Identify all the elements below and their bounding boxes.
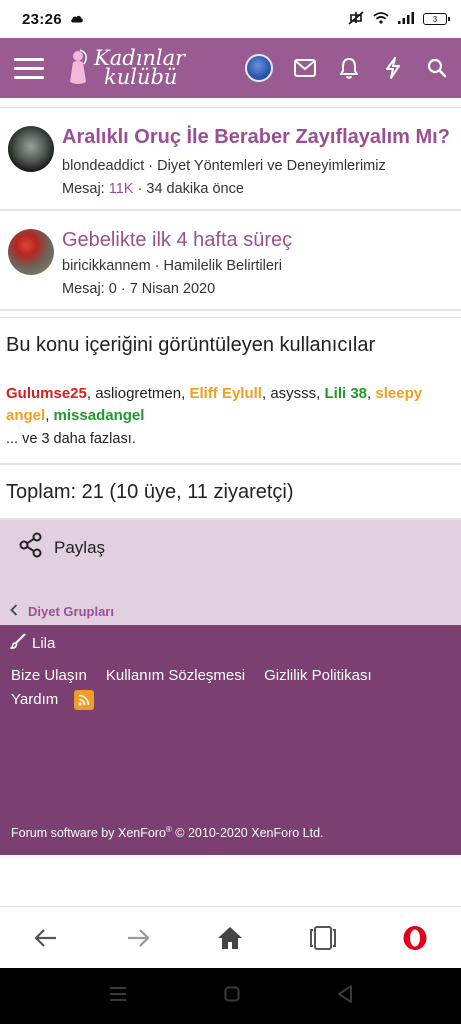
- thread-body: Aralıklı Oruç İle Beraber Zayıflayalım M…: [62, 124, 450, 197]
- logo-text: Kadınlar kulübü: [94, 46, 186, 89]
- thread-meta: blondeaddict · Diyet Yöntemleri ve Deney…: [62, 158, 386, 174]
- paintbrush-icon: [9, 633, 26, 653]
- share-area: Paylaş Diyet Grupları: [0, 520, 461, 625]
- copyright: Forum software by XenForo® © 2010-2020 X…: [11, 825, 324, 841]
- signal-icon: [398, 11, 414, 27]
- header-actions: [245, 54, 449, 82]
- share-icon: [18, 532, 44, 563]
- search-icon[interactable]: [425, 56, 449, 80]
- page-content: Aralıklı Oruç İle Beraber Zayıflayalım M…: [0, 98, 461, 855]
- tabs-button[interactable]: [299, 914, 347, 962]
- footer-link-contact[interactable]: Bize Ulaşın: [11, 665, 87, 687]
- status-bar: 23:26 3: [0, 0, 461, 38]
- home-nav-icon[interactable]: [224, 986, 240, 1007]
- reply-count[interactable]: 11K: [109, 181, 134, 197]
- thread-author[interactable]: biricikkannem: [62, 258, 151, 274]
- footer-links: Bize Ulaşın Kullanım Sözleşmesi Gizlilik…: [11, 665, 451, 711]
- style-chooser[interactable]: Lila: [9, 633, 56, 653]
- arrow-right-icon: [128, 928, 150, 947]
- chevron-left-icon: [10, 604, 18, 619]
- share-button[interactable]: Paylaş: [18, 532, 105, 563]
- viewer-link[interactable]: Eliff Eylull: [189, 385, 262, 402]
- thread-item[interactable]: Gebelikte ilk 4 hafta süreç biricikkanne…: [0, 211, 461, 311]
- viewer-link[interactable]: Lili 38: [325, 385, 368, 402]
- breadcrumb[interactable]: Diyet Grupları: [10, 604, 114, 619]
- previous-item-edge: [0, 98, 461, 108]
- author-avatar[interactable]: [8, 229, 54, 275]
- style-label: Lila: [32, 634, 56, 652]
- thread-time: 34 dakika önce: [146, 181, 244, 197]
- thread-item[interactable]: Aralıklı Oruç İle Beraber Zayıflayalım M…: [0, 108, 461, 211]
- lightning-icon[interactable]: [381, 56, 405, 80]
- recents-icon[interactable]: [109, 986, 127, 1006]
- rss-icon[interactable]: [74, 690, 95, 711]
- forward-button[interactable]: [114, 914, 162, 962]
- footer-link-help[interactable]: Yardım: [11, 691, 58, 708]
- opera-menu-button[interactable]: [391, 914, 439, 962]
- site-header: Kadınlar kulübü: [0, 38, 461, 98]
- back-button[interactable]: [22, 914, 70, 962]
- bell-icon[interactable]: [337, 56, 361, 80]
- viewers-section: Bu konu içeriğini görüntüleyen kullanıcı…: [0, 317, 461, 465]
- breadcrumb-link[interactable]: Diyet Grupları: [28, 604, 114, 619]
- arrow-left-icon: [34, 928, 57, 947]
- cloud-icon: [70, 12, 84, 26]
- footer-link-help-wrap: Yardım: [11, 689, 95, 711]
- status-time: 23:26: [22, 10, 62, 28]
- opera-icon: [403, 925, 427, 950]
- wifi-icon: [373, 11, 389, 27]
- footer-link-terms[interactable]: Kullanım Sözleşmesi: [106, 665, 245, 687]
- battery-icon: 3: [423, 13, 450, 25]
- tabs-icon: [309, 925, 336, 950]
- home-icon: [218, 926, 243, 949]
- thread-meta: biricikkannem · Hamilelik Belirtileri: [62, 258, 282, 274]
- site-footer: Lila Bize Ulaşın Kullanım Sözleşmesi Giz…: [0, 625, 461, 855]
- viewer-link[interactable]: asliogretmen: [95, 385, 181, 402]
- viewer-link[interactable]: asysss: [270, 385, 316, 402]
- online-totals: Toplam: 21 (10 üye, 11 ziyaretçi): [0, 465, 461, 520]
- menu-icon[interactable]: [14, 57, 44, 79]
- inbox-icon[interactable]: [293, 56, 317, 80]
- footer-link-privacy[interactable]: Gizlilik Politikası: [264, 665, 372, 687]
- viewer-list: Gulumse25, asliogretmen, Eliff Eylull, a…: [6, 385, 423, 424]
- section-title: Bu konu içeriğini görüntüleyen kullanıcı…: [6, 334, 376, 356]
- reply-count: 0: [108, 281, 117, 297]
- status-icons: 3: [348, 10, 450, 28]
- share-label: Paylaş: [54, 537, 106, 557]
- viewer-link[interactable]: Gulumse25: [6, 385, 87, 402]
- thread-author[interactable]: blondeaddict: [62, 158, 144, 174]
- back-nav-icon[interactable]: [337, 984, 353, 1008]
- logo-figure-icon: [66, 48, 92, 88]
- thread-title[interactable]: Aralıklı Oruç İle Beraber Zayıflayalım M…: [62, 124, 450, 150]
- viewers-more[interactable]: ... ve 3 daha fazlası.: [6, 431, 455, 447]
- browser-toolbar: [0, 906, 461, 968]
- thread-time: 7 Nisan 2020: [129, 281, 216, 297]
- mute-icon: [348, 10, 364, 28]
- thread-body: Gebelikte ilk 4 hafta süreç biricikkanne…: [62, 227, 292, 297]
- thread-stats: Mesaj: 0 · 7 Nisan 2020: [62, 281, 216, 297]
- author-avatar[interactable]: [8, 126, 54, 172]
- viewer-link[interactable]: missadangel: [54, 407, 145, 424]
- thread-title[interactable]: Gebelikte ilk 4 hafta süreç: [62, 227, 292, 253]
- site-logo[interactable]: Kadınlar kulübü: [66, 48, 185, 88]
- thread-forum[interactable]: Diyet Yöntemleri ve Deneyimlerimiz: [157, 158, 386, 174]
- home-button[interactable]: [206, 914, 254, 962]
- thread-stats: Mesaj: 11K · 34 dakika önce: [62, 181, 244, 197]
- user-avatar[interactable]: [245, 54, 273, 82]
- thread-forum[interactable]: Hamilelik Belirtileri: [164, 258, 282, 274]
- system-nav-bar: [0, 968, 461, 1024]
